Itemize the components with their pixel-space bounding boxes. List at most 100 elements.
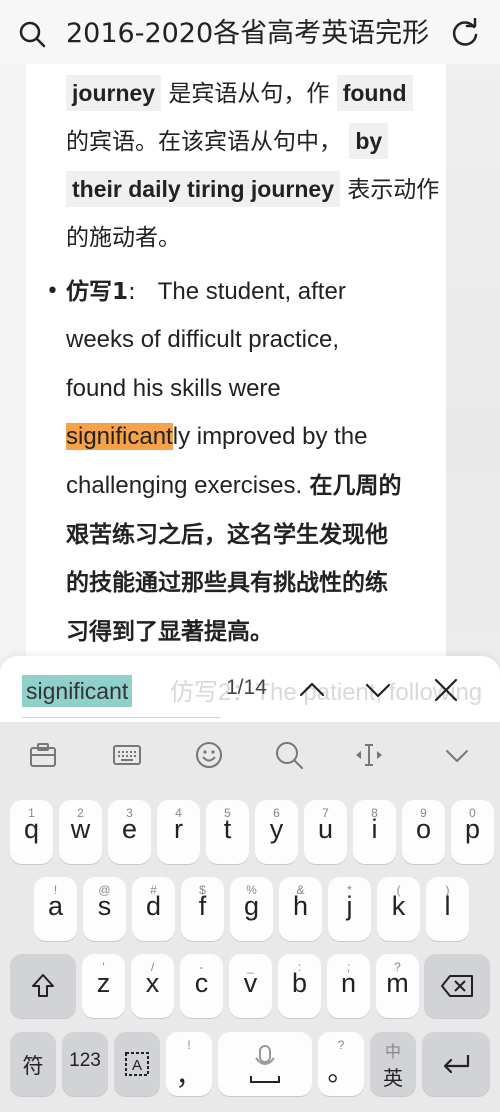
- comma-key[interactable]: ! ，: [166, 1032, 212, 1096]
- find-input[interactable]: significant: [22, 675, 133, 707]
- emoji-icon[interactable]: [194, 740, 224, 770]
- microphone-icon: [250, 1045, 280, 1083]
- key-w[interactable]: 2w: [59, 800, 102, 864]
- previous-match-icon[interactable]: [298, 676, 326, 704]
- numbers-key-label: 123: [69, 1050, 101, 1071]
- key-p[interactable]: 0p: [451, 800, 494, 864]
- numbers-key[interactable]: 123: [62, 1032, 108, 1096]
- backspace-key[interactable]: [424, 954, 490, 1018]
- article-line: challenging exercises. 在几周的: [66, 462, 401, 510]
- enter-key[interactable]: [422, 1032, 490, 1096]
- article-line: 的技能通过那些具有挑战性的练: [66, 570, 388, 596]
- shift-key[interactable]: [10, 954, 76, 1018]
- key-label: p: [464, 814, 481, 844]
- text-span: 是宾语从句，作: [168, 81, 330, 107]
- period-key[interactable]: ? 。: [318, 1032, 364, 1096]
- article-line: 艰苦练习之后，这名学生发现他: [66, 522, 388, 548]
- period-key-label: 。: [327, 1057, 355, 1087]
- key-label: f: [198, 891, 207, 921]
- key-b[interactable]: :b: [278, 954, 321, 1018]
- comma-key-hint: !: [187, 1038, 191, 1052]
- article-line: 的施动者。: [66, 214, 181, 262]
- key-v[interactable]: _ v: [229, 954, 272, 1018]
- enter-icon: [443, 1055, 470, 1074]
- key-label: t: [223, 814, 232, 844]
- key-label: h: [292, 891, 309, 921]
- key-label: r: [174, 814, 183, 844]
- key-h[interactable]: & h: [279, 877, 322, 941]
- key-label: o: [415, 814, 432, 844]
- key-label: d: [145, 891, 162, 921]
- article-line: 的宾语。在该宾语从句中， by: [66, 118, 389, 166]
- key-m[interactable]: ? m: [376, 954, 419, 1018]
- symbols-key[interactable]: 符: [10, 1032, 56, 1096]
- code-span: by: [349, 123, 389, 159]
- key-label: y: [269, 814, 284, 844]
- key-label: l: [444, 891, 451, 921]
- key-k[interactable]: (k: [377, 877, 420, 941]
- key-label: c: [194, 968, 209, 998]
- article-line: journey 是宾语从句，作 found: [66, 70, 413, 118]
- key-d[interactable]: # d: [132, 877, 175, 941]
- key-label: q: [23, 814, 40, 844]
- key-label: j: [346, 891, 353, 921]
- chevron-down-icon[interactable]: [442, 740, 472, 770]
- shift-arrow-icon: [32, 974, 54, 997]
- key-i[interactable]: 8i: [353, 800, 396, 864]
- key-t[interactable]: 5t: [206, 800, 249, 864]
- key-label: b: [291, 968, 308, 998]
- keyboard-layout-icon[interactable]: [112, 740, 142, 770]
- keyboard-toolbar: [0, 722, 500, 786]
- article-line: 习得到了显著提高。: [66, 619, 273, 645]
- key-z[interactable]: ' z: [82, 954, 125, 1018]
- next-match-icon[interactable]: [364, 676, 392, 704]
- key-f[interactable]: $ f: [181, 877, 224, 941]
- key-n[interactable]: ; n: [327, 954, 370, 1018]
- key-x[interactable]: / x: [131, 954, 174, 1018]
- text-mode-icon: A: [125, 1052, 149, 1076]
- key-label: a: [47, 891, 64, 921]
- key-r[interactable]: 4r: [157, 800, 200, 864]
- key-c[interactable]: -c: [180, 954, 223, 1018]
- refresh-icon[interactable]: [450, 18, 480, 48]
- cursor-move-icon[interactable]: [354, 740, 384, 770]
- language-bottom-label: 英: [383, 1068, 403, 1090]
- article-line: weeks of difficult practice,: [66, 326, 340, 353]
- key-s[interactable]: @ s: [83, 877, 126, 941]
- comma-key-label: ，: [175, 1061, 203, 1091]
- handwriting-key[interactable]: A: [114, 1032, 160, 1096]
- key-j[interactable]: * j: [328, 877, 371, 941]
- key-l[interactable]: ) l: [426, 877, 469, 941]
- key-label: z: [96, 968, 111, 998]
- find-input-underline: [22, 717, 220, 718]
- key-q[interactable]: 1q: [10, 800, 53, 864]
- top-bar: 2016-2020各省高考英语完形: [0, 0, 500, 64]
- key-y[interactable]: 6y: [255, 800, 298, 864]
- key-o[interactable]: 9o: [402, 800, 445, 864]
- key-label: w: [70, 814, 91, 844]
- key-label: x: [145, 968, 160, 998]
- search-highlight: significant: [66, 423, 173, 450]
- code-span: journey: [66, 75, 162, 111]
- search-icon[interactable]: [18, 20, 46, 48]
- bullet-colon: :: [128, 279, 136, 305]
- text-span: The student, after: [157, 278, 346, 305]
- space-key[interactable]: [218, 1032, 312, 1096]
- article-line: their daily tiring journey 表示动作: [66, 166, 439, 214]
- text-span: ly improved by the: [172, 423, 368, 450]
- backspace-icon: [441, 975, 473, 997]
- document-title: 2016-2020各省高考英语完形: [66, 18, 430, 49]
- key-g[interactable]: % g: [230, 877, 273, 941]
- key-u[interactable]: 7u: [304, 800, 347, 864]
- search-icon[interactable]: [274, 740, 304, 770]
- key-a[interactable]: ! a: [34, 877, 77, 941]
- key-e[interactable]: 3e: [108, 800, 151, 864]
- bullet-dot: •: [46, 279, 59, 304]
- clipboard-icon[interactable]: [28, 740, 58, 770]
- text-span: 的施动者。: [66, 225, 181, 251]
- key-label: v: [243, 968, 258, 998]
- language-switch-key[interactable]: 中 英: [370, 1032, 416, 1096]
- key-label: n: [340, 968, 357, 998]
- close-icon[interactable]: [432, 676, 460, 704]
- key-label: e: [121, 814, 138, 844]
